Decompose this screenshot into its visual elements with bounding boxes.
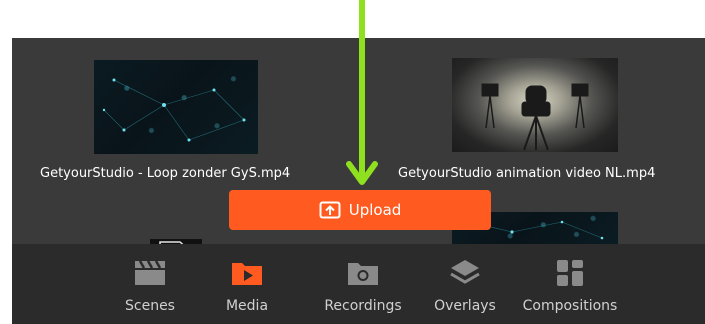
media-folder-icon	[230, 258, 264, 288]
network-graphic	[102, 78, 246, 142]
upload-label: Upload	[348, 201, 402, 219]
nav-overlays[interactable]: Overlays	[432, 244, 498, 324]
media-thumbnail[interactable]	[94, 60, 258, 154]
media-thumbnail[interactable]	[452, 58, 618, 152]
media-filename: GetyourStudio - Loop zonder GyS.mp4	[40, 166, 291, 181]
recordings-folder-icon	[346, 258, 380, 288]
upload-icon	[319, 201, 341, 219]
pointer-arrow-icon	[346, 0, 378, 185]
nav-recordings[interactable]: Recordings	[315, 244, 411, 324]
layers-icon	[448, 258, 482, 288]
upload-button[interactable]: Upload	[229, 190, 491, 230]
nav-media[interactable]: Media	[222, 244, 272, 324]
bottom-nav-bar: Scenes Media Recordings Overlays Composi…	[12, 244, 705, 324]
nav-label: Recordings	[324, 298, 402, 314]
media-filename: GetyourStudio animation video NL.mp4	[398, 166, 656, 181]
nav-label: Scenes	[125, 298, 175, 314]
nav-label: Media	[225, 298, 269, 314]
nav-label: Compositions	[522, 298, 618, 314]
nav-label: Overlays	[434, 298, 496, 314]
studio-graphic	[481, 83, 589, 151]
nav-compositions[interactable]: Compositions	[517, 244, 623, 324]
grid-icon	[553, 258, 587, 288]
nav-scenes[interactable]: Scenes	[120, 244, 180, 324]
clapperboard-icon	[133, 258, 167, 288]
